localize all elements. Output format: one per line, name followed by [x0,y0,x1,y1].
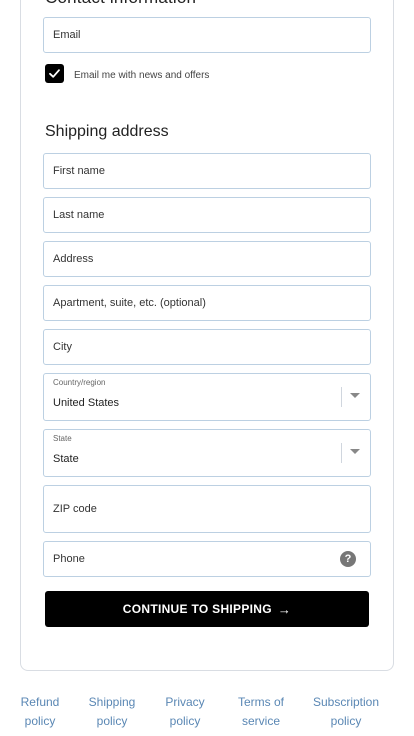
footer-link-terms-of-service[interactable]: Terms of service [233,693,289,731]
country-label: Country/region [53,378,106,387]
first-name-placeholder: First name [53,165,105,177]
footer-link-line: policy [24,714,56,728]
zip-field[interactable]: ZIP code [43,485,371,533]
footer-link-line: Privacy [165,695,205,709]
address-field[interactable]: Address [43,241,371,277]
city-field[interactable]: City [43,329,371,365]
footer-link-line: policy [169,714,201,728]
last-name-field[interactable]: Last name [43,197,371,233]
footer-link-privacy-policy[interactable]: Privacy policy [162,693,208,731]
footer-link-subscription-policy[interactable]: Subscription policy [309,693,383,731]
footer-link-line: policy [96,714,128,728]
chevron-down-icon [350,449,360,454]
city-placeholder: City [53,341,72,353]
state-select[interactable]: State State [43,429,371,477]
continue-button-label: CONTINUE TO SHIPPING [122,602,272,616]
address-placeholder: Address [53,253,94,265]
chevron-down-icon [350,393,360,398]
apartment-placeholder: Apartment, suite, etc. (optional) [53,297,206,309]
footer-link-line: policy [330,714,362,728]
last-name-placeholder: Last name [53,209,105,221]
contact-heading: Contact information [45,0,196,8]
state-label: State [53,434,72,443]
country-value: United States [53,397,120,409]
select-divider [341,443,342,463]
phone-placeholder: Phone [53,553,85,565]
continue-to-shipping-button[interactable]: CONTINUE TO SHIPPING → [45,591,369,627]
checkmark-icon [49,69,60,78]
footer-link-line: service [241,714,280,728]
first-name-field[interactable]: First name [43,153,371,189]
shipping-heading: Shipping address [45,123,169,140]
zip-placeholder: ZIP code [53,503,97,515]
apartment-field[interactable]: Apartment, suite, etc. (optional) [43,285,371,321]
email-field[interactable]: Email [43,17,371,53]
arrow-right-icon: → [277,601,292,617]
footer-link-shipping-policy[interactable]: Shipping policy [85,693,139,731]
footer-link-refund-policy[interactable]: Refund policy [20,693,60,731]
select-divider [341,387,342,407]
footer-link-line: Refund [20,695,60,709]
newsletter-label: Email me with news and offers [74,70,210,81]
newsletter-checkbox[interactable] [45,64,64,83]
footer-link-line: Shipping [88,695,136,709]
country-select[interactable]: Country/region United States [43,373,371,421]
state-value: State [53,453,79,465]
footer-link-line: Terms of [237,695,284,709]
phone-field[interactable]: Phone ? [43,541,371,577]
email-placeholder: Email [53,29,81,41]
footer-link-line: Subscription [312,695,380,709]
question-circle-icon[interactable]: ? [340,551,356,567]
